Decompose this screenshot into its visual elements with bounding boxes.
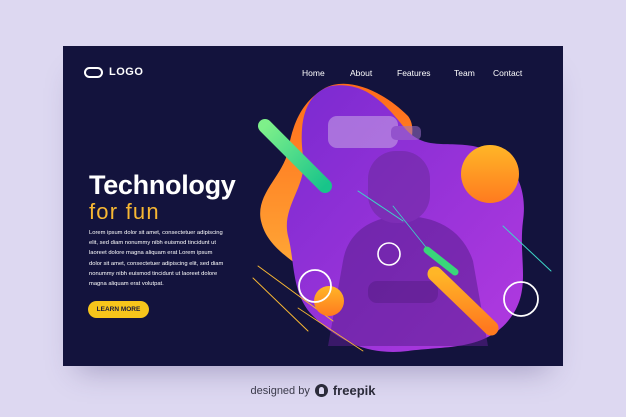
footer-text: designed by	[250, 384, 310, 397]
orange-sun-circle	[461, 145, 519, 203]
hero-body-line: dolor sit amet, consectetuer adipiscing …	[89, 260, 224, 267]
hero-body-line: Lorem ipsum dolor sit amet, consectetuer…	[89, 230, 223, 236]
hero-body-line: magna aliquam erat volutpat.	[89, 281, 164, 288]
nav-item-home[interactable]: Home	[302, 68, 325, 78]
footer-brand[interactable]: freepik	[333, 383, 376, 398]
nav-item-team[interactable]: Team	[454, 68, 475, 78]
hero-body-text: Lorem ipsum dolor sit amet, consectetuer…	[89, 228, 249, 289]
attribution-footer: designed by freepik	[0, 383, 626, 398]
hero-title: Technology	[89, 170, 236, 200]
hero-body-line: laoreet dolore magna aliquam erat Lorem …	[89, 250, 213, 257]
hero-body-line: nonummy nibh euismod tincidunt ut laoree…	[89, 270, 218, 277]
main-nav: Home About Features Team Contact	[63, 68, 563, 82]
hero-subtitle: for fun	[89, 199, 160, 224]
nav-item-features[interactable]: Features	[397, 68, 431, 78]
nav-item-about[interactable]: About	[350, 68, 372, 78]
freepik-logo-icon	[314, 384, 328, 397]
nav-item-contact[interactable]: Contact	[493, 68, 522, 78]
landing-page-card: LOGO Home About Features Team Contact Te…	[63, 46, 563, 366]
learn-more-button[interactable]: LEARN MORE	[88, 301, 149, 318]
hero-body-line: elit, sed diam nonummy nibh euismod tinc…	[89, 240, 216, 247]
